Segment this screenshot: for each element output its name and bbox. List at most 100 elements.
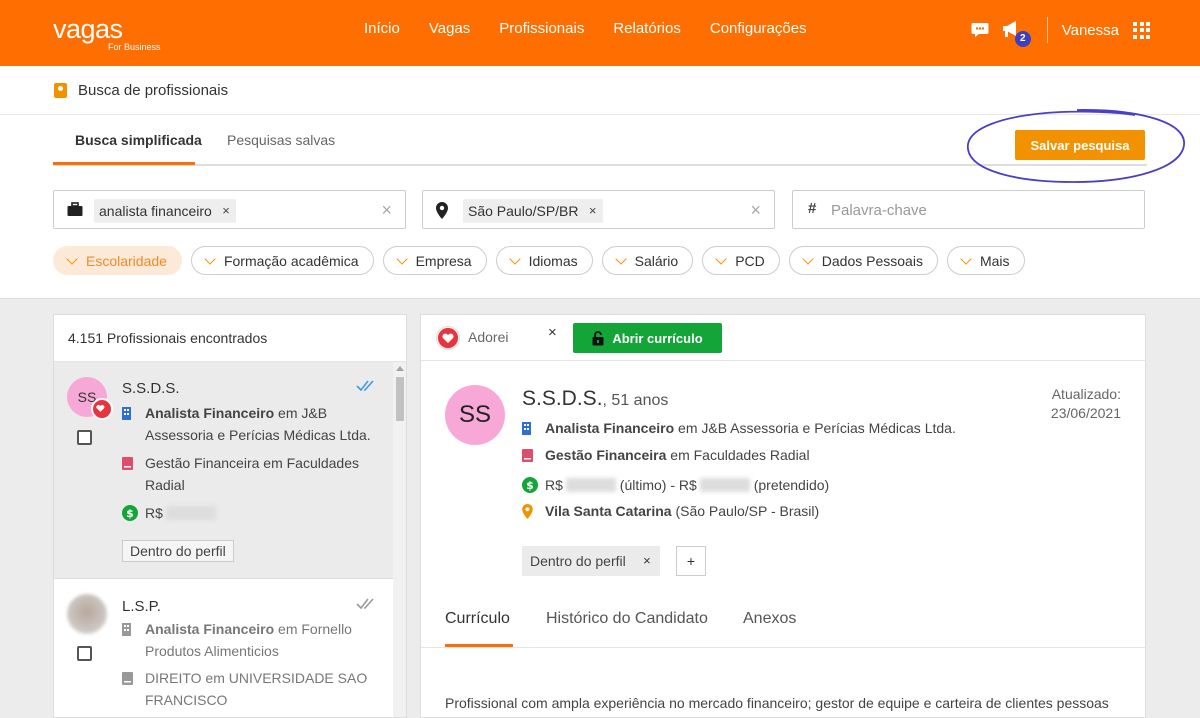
filter-bar: Escolaridade Formação acadêmica Empresa … xyxy=(53,246,1034,275)
clear-icon[interactable]: × xyxy=(750,200,761,221)
filter-mais[interactable]: Mais xyxy=(946,246,1025,275)
filter-label: Mais xyxy=(979,252,1010,269)
save-search-button[interactable]: Salvar pesquisa xyxy=(1015,130,1145,160)
job-title-field[interactable]: analista financeiro × × xyxy=(53,190,406,229)
remove-chip-icon[interactable]: × xyxy=(222,199,230,223)
profile-card-icon xyxy=(54,83,67,98)
chevron-down-icon xyxy=(204,252,216,265)
chevron-down-icon xyxy=(802,252,814,265)
chat-icon[interactable] xyxy=(971,22,989,38)
profile-match-tag: Dentro do perfil xyxy=(122,540,234,562)
education-row: Gestão Financeira em Faculdades Radial xyxy=(122,452,372,496)
filter-formacao-academica[interactable]: Formação acadêmica xyxy=(190,246,374,275)
job-row: Analista Financeiro em J&B Assessoria e … xyxy=(122,402,372,446)
svg-text:$: $ xyxy=(526,479,534,492)
filter-label: Dados Pessoais xyxy=(821,252,923,269)
remove-tag-icon[interactable]: × xyxy=(643,546,651,576)
announcements-button[interactable]: 2 xyxy=(1001,19,1031,47)
nav-relatorios[interactable]: Relatórios xyxy=(613,20,681,37)
unlock-icon xyxy=(592,330,604,345)
nav-inicio[interactable]: Início xyxy=(364,20,400,37)
filter-label: PCD xyxy=(735,252,765,269)
job-row: Analista Financeiro em Fornello Produtos… xyxy=(122,618,372,662)
tab-historico[interactable]: Histórico do Candidato xyxy=(546,610,708,628)
candidate-name: L.S.P. xyxy=(122,598,161,615)
location-field[interactable]: São Paulo/SP/BR × × xyxy=(422,190,775,229)
filter-label: Escolaridade xyxy=(86,252,167,269)
scrollbar[interactable] xyxy=(393,362,406,717)
keyword-input[interactable] xyxy=(831,199,1131,221)
scrollbar-thumb[interactable] xyxy=(396,377,404,421)
filter-idiomas[interactable]: Idiomas xyxy=(495,246,593,275)
notification-count-badge: 2 xyxy=(1014,31,1031,47)
hidden-salary xyxy=(699,478,750,492)
heart-icon[interactable] xyxy=(436,326,460,350)
location-chip: São Paulo/SP/BR × xyxy=(463,199,603,223)
tab-curriculo[interactable]: Currículo xyxy=(445,610,510,628)
results-list: 4.151 Profissionais encontrados SS S.S.D… xyxy=(53,314,407,718)
top-navigation-bar: vagas For Business Início Vagas Profissi… xyxy=(0,0,1200,66)
user-name[interactable]: Vanessa xyxy=(1062,22,1119,39)
location-pin-icon xyxy=(522,504,533,519)
location-pin-icon xyxy=(436,202,448,219)
active-tab-indicator xyxy=(53,162,195,165)
close-icon[interactable]: × xyxy=(548,324,557,341)
logo-subtitle: For Business xyxy=(108,42,161,52)
building-icon xyxy=(122,623,131,636)
tab-busca-simplificada[interactable]: Busca simplificada xyxy=(75,132,202,148)
avatar: SS xyxy=(445,385,505,445)
chevron-down-icon xyxy=(66,252,78,265)
tab-pesquisas-salvas[interactable]: Pesquisas salvas xyxy=(227,132,335,148)
candidate-card[interactable]: L.S.P. Analista Financeiro em Fornello P… xyxy=(54,580,393,717)
filter-pcd[interactable]: PCD xyxy=(702,246,780,275)
dollar-icon: $ xyxy=(122,505,138,521)
vagas-logo[interactable]: vagas For Business xyxy=(53,16,161,53)
filter-dados-pessoais[interactable]: Dados Pessoais xyxy=(788,246,938,275)
candidate-card[interactable]: SS S.S.D.S. Analista Financeiro em J&B A… xyxy=(54,362,393,579)
job-row: Analista Financeiro em J&B Assessoria e … xyxy=(522,418,956,438)
salary-row: $ R$ xyxy=(122,502,372,524)
filter-salario[interactable]: Salário xyxy=(601,246,694,275)
nav-profissionais[interactable]: Profissionais xyxy=(499,20,584,37)
job-title: Analista Financeiro xyxy=(145,405,275,421)
tab-anexos[interactable]: Anexos xyxy=(743,610,796,628)
nav-configuracoes[interactable]: Configurações xyxy=(710,20,807,37)
nav-vagas[interactable]: Vagas xyxy=(429,20,470,37)
location-chip-label: São Paulo/SP/BR xyxy=(468,203,579,219)
open-resume-button[interactable]: Abrir currículo xyxy=(573,323,722,353)
hash-icon: # xyxy=(808,200,817,217)
job-company: em J&B Assessoria e Perícias Médicas Ltd… xyxy=(674,420,956,436)
add-tag-button[interactable]: + xyxy=(676,546,706,576)
salary-prefix: R$ xyxy=(545,477,563,493)
salary-expected-label: (pretendido) xyxy=(753,477,830,493)
book-icon xyxy=(522,449,533,462)
clear-icon[interactable]: × xyxy=(381,200,392,221)
select-checkbox[interactable] xyxy=(77,430,92,445)
remove-chip-icon[interactable]: × xyxy=(589,199,597,223)
salary-last-label: (último) - R$ xyxy=(619,477,697,493)
candidate-age: , 51 anos xyxy=(602,392,669,409)
salary-row: $ R$ (último) - R$ (pretendido) xyxy=(522,475,829,495)
filter-label: Empresa xyxy=(415,252,472,269)
double-check-icon xyxy=(356,380,374,392)
svg-text:$: $ xyxy=(126,507,134,520)
location-row: Vila Santa Catarina (São Paulo/SP - Bras… xyxy=(522,501,819,521)
search-panel: Busca de profissionais Busca simplificad… xyxy=(0,66,1200,299)
filter-escolaridade[interactable]: Escolaridade xyxy=(53,246,182,275)
chevron-down-icon xyxy=(395,252,408,265)
chevron-down-icon xyxy=(715,252,727,265)
apps-grid-icon[interactable] xyxy=(1133,21,1150,39)
active-tab-indicator xyxy=(445,644,513,647)
job-title: Analista Financeiro xyxy=(145,621,275,637)
keyword-field[interactable]: # xyxy=(792,190,1145,229)
liked-label[interactable]: Adorei xyxy=(468,329,508,345)
page-title: Busca de profissionais xyxy=(54,82,228,99)
job-title-chip: analista financeiro × xyxy=(94,199,236,223)
candidate-name-heading: S.S.D.S., 51 anos xyxy=(522,387,668,411)
open-resume-label: Abrir currículo xyxy=(612,330,703,346)
filter-empresa[interactable]: Empresa xyxy=(382,246,487,275)
chevron-down-icon xyxy=(614,252,627,265)
chevron-down-icon xyxy=(960,252,972,265)
select-checkbox[interactable] xyxy=(77,646,92,661)
scroll-up-arrow-icon[interactable] xyxy=(396,366,404,371)
